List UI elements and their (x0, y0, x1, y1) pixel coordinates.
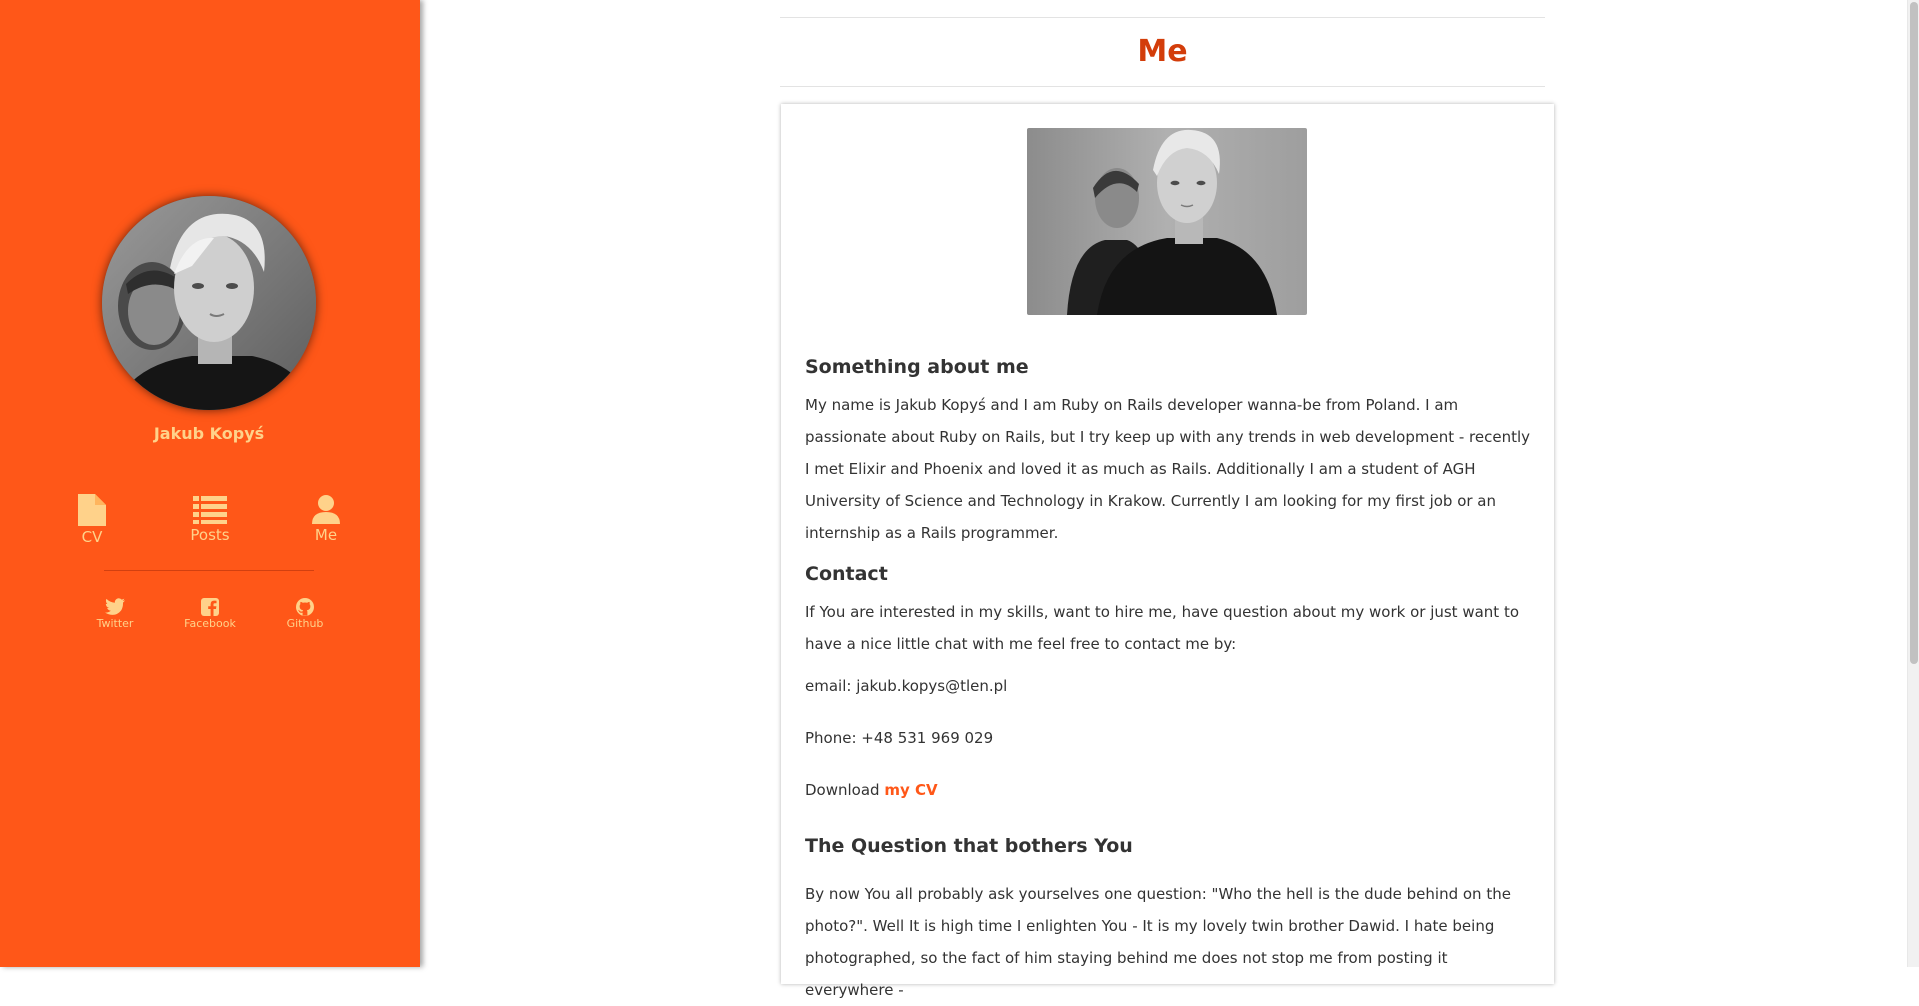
contact-email: email: jakub.kopys@tlen.pl (805, 677, 1008, 695)
social-link-twitter[interactable]: Twitter (80, 598, 150, 630)
sidebar-divider (104, 570, 314, 571)
nav-item-posts[interactable]: Posts (170, 494, 250, 544)
author-name: Jakub Kopyś (153, 424, 265, 443)
avatar-photo (102, 196, 316, 410)
content-card: Something about me My name is Jakub Kopy… (781, 104, 1554, 999)
page-scrollbar[interactable] (1907, 0, 1919, 967)
section-heading-contact: Contact (805, 563, 888, 585)
social-label: Twitter (96, 617, 134, 630)
social-link-facebook[interactable]: Facebook (175, 598, 245, 630)
social-link-github[interactable]: Github (270, 598, 340, 630)
github-icon (270, 598, 340, 616)
nav-item-label: CV (81, 528, 103, 546)
facebook-icon (175, 598, 245, 616)
hero-photo (1027, 128, 1307, 315)
scrollbar-thumb[interactable] (1910, 2, 1918, 664)
download-line: Download my CV (805, 774, 1533, 806)
page-title: Me (1137, 34, 1188, 69)
main-content: Me Something about me My name is Jakub K… (420, 0, 1907, 999)
nav-item-label: Me (314, 526, 338, 544)
contact-text: If You are interested in my skills, want… (805, 603, 1520, 653)
social-label: Facebook (184, 617, 236, 630)
question-text: By now You all probably ask yourselves o… (805, 885, 1511, 999)
section-heading-question: The Question that bothers You (805, 835, 1133, 857)
twitter-icon (80, 598, 150, 616)
nav-item-label: Posts (190, 526, 230, 544)
nav-item-cv[interactable]: CV (52, 494, 132, 546)
page-header: Me (780, 17, 1545, 87)
about-text: My name is Jakub Kopyś and I am Ruby on … (805, 396, 1531, 542)
section-heading-about: Something about me (805, 356, 1029, 378)
download-label: Download (805, 781, 885, 799)
cv-download-link[interactable]: my CV (884, 781, 937, 799)
nav-item-me[interactable]: Me (286, 494, 366, 544)
article-content: Something about me My name is Jakub Kopy… (805, 355, 1533, 1006)
user-icon (286, 494, 366, 524)
social-label: Github (286, 617, 324, 630)
list-icon (170, 494, 250, 524)
social-links: Twitter Facebook Github (80, 598, 340, 634)
main-navigation: CV Posts Me (50, 494, 370, 546)
file-icon (52, 494, 132, 526)
avatar (102, 196, 316, 410)
contact-phone: Phone: +48 531 969 029 (805, 729, 994, 747)
sidebar: Jakub Kopyś CV Posts Me Twitter Facebook… (0, 0, 420, 967)
